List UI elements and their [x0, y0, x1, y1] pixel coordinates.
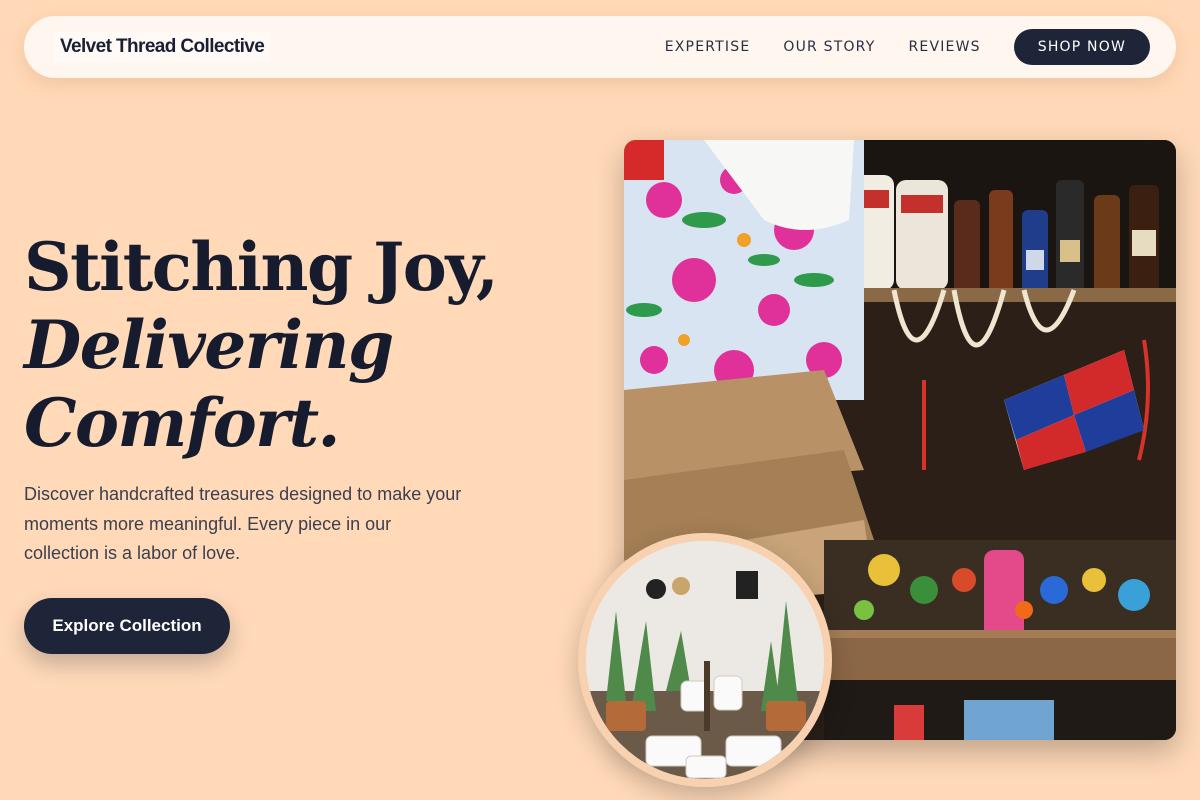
nav-link-expertise[interactable]: EXPERTISE	[665, 39, 751, 55]
top-navigation: Velvet Thread Collective EXPERTISE OUR S…	[24, 16, 1176, 78]
explore-collection-button[interactable]: Explore Collection	[24, 598, 230, 654]
nav-links: EXPERTISE OUR STORY REVIEWS SHOP NOW	[665, 29, 1150, 65]
nav-link-our-story[interactable]: OUR STORY	[783, 39, 875, 55]
headline-line-1: Stitching Joy,	[24, 228, 499, 306]
nav-link-reviews[interactable]: REVIEWS	[908, 39, 980, 55]
shop-now-button[interactable]: SHOP NOW	[1013, 29, 1150, 65]
brand-logo[interactable]: Velvet Thread Collective	[54, 32, 271, 62]
hero-description: Discover handcrafted treasures designed …	[24, 484, 462, 563]
shop-interior-image	[578, 533, 832, 787]
headline-line-2: Delivering	[24, 306, 394, 384]
headline-line-3: Comfort.	[24, 384, 341, 462]
hero-headline: Stitching Joy, Delivering Comfort.	[24, 228, 499, 462]
